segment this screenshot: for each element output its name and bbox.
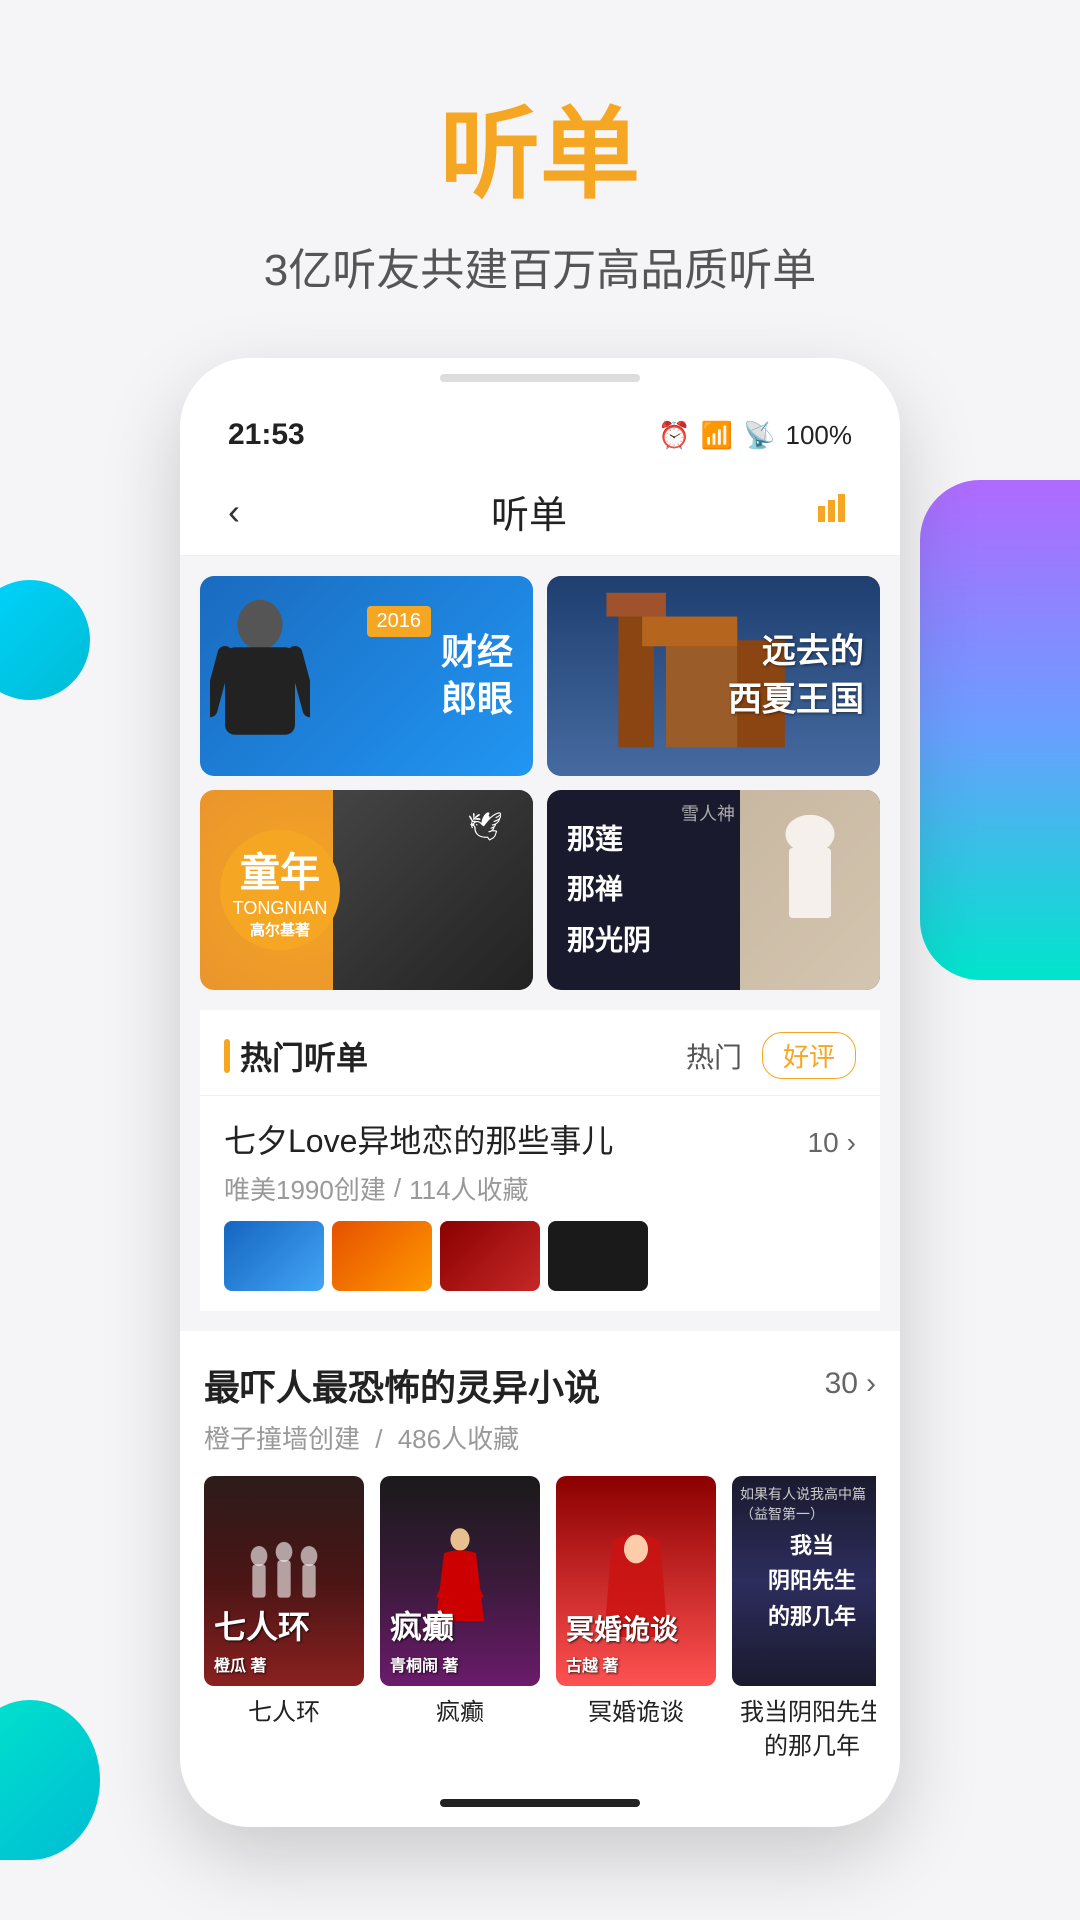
playlist-1-title: 七夕Love异地恋的那些事儿 xyxy=(224,1116,613,1162)
notch-bar xyxy=(440,374,640,382)
status-time: 21:53 xyxy=(228,418,305,452)
book-3-overlay: 冥婚诡谈 古越 著 xyxy=(566,1608,706,1676)
book-1-overlay: 七人环 橙瓜 著 xyxy=(214,1602,354,1676)
section-title: 热门听单 xyxy=(240,1033,368,1079)
chevron-right-icon-2: › xyxy=(866,1367,876,1401)
playlist-2-count: 30 xyxy=(825,1367,858,1401)
section-orange-bar xyxy=(224,1039,230,1073)
mini-cover-2 xyxy=(332,1221,432,1291)
book-cover-3: 冥婚诡谈 古越 著 xyxy=(556,1476,716,1686)
status-icons: ⏰ 📶 📡 100% xyxy=(658,420,852,451)
phone-notch xyxy=(180,358,900,390)
app-nav: ‹ 听单 xyxy=(180,468,900,556)
signal-icon: 📡 xyxy=(743,420,775,451)
book-2-overlay: 疯癫 青桐闹 著 xyxy=(390,1602,530,1676)
banner-nalian[interactable]: 那莲那禅那光阴 雪人神 xyxy=(547,790,880,990)
battery-level: 100% xyxy=(786,420,853,451)
banner-xixia[interactable]: 远去的西夏王国 xyxy=(547,576,880,776)
book-item-1[interactable]: 七人环 橙瓜 著 七人环 xyxy=(204,1476,364,1763)
wifi-icon: 📶 xyxy=(701,420,733,451)
page-header: 听单 3亿听友共建百万高品质听单 xyxy=(0,0,1080,358)
phone-container: 21:53 ⏰ 📶 📡 100% ‹ 听单 xyxy=(0,358,1080,1827)
phone-bottom xyxy=(180,1783,900,1827)
book-4-label: 我当阴阳先生的那几年 xyxy=(732,1696,876,1763)
tab-hot[interactable]: 热门 xyxy=(686,1036,742,1076)
section-title-row: 热门听单 xyxy=(224,1033,368,1079)
year-badge: 2016 xyxy=(367,606,432,637)
chevron-right-icon: › xyxy=(847,1127,856,1159)
section-header: 热门听单 热门 好评 xyxy=(200,1010,880,1095)
status-bar: 21:53 ⏰ 📶 📡 100% xyxy=(180,390,900,468)
book-item-3[interactable]: 冥婚诡谈 古越 著 冥婚诡谈 xyxy=(556,1476,716,1763)
playlist-2-meta: 橙子撞墙创建 / 486人收藏 xyxy=(204,1419,600,1456)
banner-grid: 2016 财经郎眼 xyxy=(200,576,880,990)
playlist-1-covers xyxy=(224,1221,856,1291)
alarm-icon: ⏰ xyxy=(658,420,690,451)
playlist-item-1[interactable]: 七夕Love异地恋的那些事儿 10 › 唯美1990创建 / 114人收藏 xyxy=(200,1095,880,1311)
playlist-2-title: 最吓人最恐怖的灵异小说 xyxy=(204,1359,600,1411)
book-item-4[interactable]: 我当阴阳先生的那几年 如果有人说我高中篇（益智第一） 我当阴阳先生的那几年 xyxy=(732,1476,876,1763)
book-item-2[interactable]: 疯癫 青桐闹 著 疯癫 xyxy=(380,1476,540,1763)
banner-nalian-text: 那莲那禅那光阴 xyxy=(567,814,651,965)
book-cover-4: 我当阴阳先生的那几年 如果有人说我高中篇（益智第一） xyxy=(732,1476,876,1686)
banner-tongnian[interactable]: 童年 TONGNIAN 高尔基著 🕊 xyxy=(200,790,533,990)
section-tabs: 热门 好评 xyxy=(686,1032,856,1079)
back-button[interactable]: ‹ xyxy=(228,491,240,533)
tab-good[interactable]: 好评 xyxy=(762,1032,856,1079)
app-content: 2016 财经郎眼 xyxy=(180,556,900,1331)
mini-cover-3 xyxy=(440,1221,540,1291)
book-3-label: 冥婚诡谈 xyxy=(556,1696,716,1730)
chart-icon[interactable] xyxy=(818,492,852,531)
book-cover-1: 七人环 橙瓜 著 xyxy=(204,1476,364,1686)
page-title: 听单 xyxy=(0,100,1080,210)
banner-caijing[interactable]: 2016 财经郎眼 xyxy=(200,576,533,776)
book-2-label: 疯癫 xyxy=(380,1696,540,1730)
page-subtitle: 3亿听友共建百万高品质听单 xyxy=(0,234,1080,298)
home-indicator xyxy=(440,1799,640,1807)
mini-cover-4 xyxy=(548,1221,648,1291)
bottom-section: 最吓人最恐怖的灵异小说 橙子撞墙创建 / 486人收藏 30 › xyxy=(180,1331,900,1783)
book-cover-2: 疯癫 青桐闹 著 xyxy=(380,1476,540,1686)
playlist-1-count: 10 › xyxy=(808,1127,856,1159)
mini-cover-1 xyxy=(224,1221,324,1291)
banner-xixia-text: 远去的西夏王国 xyxy=(728,628,864,723)
book-covers-row: 七人环 橙瓜 著 七人环 xyxy=(204,1476,876,1763)
banner-caijing-text: 财经郎眼 xyxy=(441,629,513,723)
book-1-label: 七人环 xyxy=(204,1696,364,1730)
banner-tongnian-circle: 童年 TONGNIAN 高尔基著 xyxy=(220,830,340,950)
playlist-1-meta: 唯美1990创建 / 114人收藏 xyxy=(224,1170,856,1207)
nav-title: 听单 xyxy=(491,484,567,539)
phone-frame: 21:53 ⏰ 📶 📡 100% ‹ 听单 xyxy=(180,358,900,1827)
